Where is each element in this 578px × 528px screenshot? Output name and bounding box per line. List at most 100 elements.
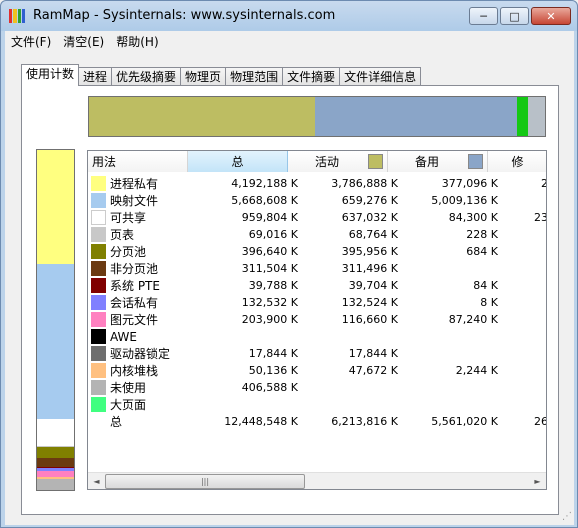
use-counts-table: 用法 总 活动 备用 修 进程私有 4,192,188 K 3,786,888 …: [87, 150, 547, 490]
tab-use-counts[interactable]: 使用计数: [21, 64, 80, 86]
usage-bar-segment: [89, 97, 315, 136]
active-cell: 47,672 K: [348, 364, 398, 377]
minimize-button[interactable]: ─: [469, 7, 498, 25]
active-cell: 39,704 K: [348, 279, 398, 292]
tab-priority-summary[interactable]: 优先级摘要: [112, 67, 182, 86]
usage-name-cell: AWE: [110, 329, 137, 344]
column-usage-label: 用法: [92, 155, 117, 169]
table-row[interactable]: 非分页池 311,504 K 311,496 K: [88, 260, 546, 277]
menu-empty[interactable]: 清空(E): [57, 33, 110, 50]
title-bar[interactable]: RamMap - Sysinternals: www.sysinternals.…: [1, 1, 577, 31]
total-cell: 406,588 K: [241, 381, 298, 394]
rammap-window: RamMap - Sysinternals: www.sysinternals.…: [0, 0, 578, 528]
table-row[interactable]: 内核堆栈 50,136 K 47,672 K 2,244 K: [88, 362, 546, 379]
scroll-left-arrow-icon[interactable]: ◄: [88, 473, 105, 490]
table-row[interactable]: AWE: [88, 328, 546, 345]
usage-name-cell: 分页池: [110, 245, 147, 259]
table-row[interactable]: 大页面: [88, 396, 546, 413]
total-cell: 203,900 K: [241, 313, 298, 326]
usage-name-cell: 进程私有: [110, 177, 159, 191]
modified-cell: 2: [498, 177, 546, 190]
use-counts-panel: 用法 总 活动 备用 修 进程私有 4,192,188 K 3,786,888 …: [21, 85, 559, 515]
usage-color-swatch: [91, 295, 106, 310]
usage-name-cell: 会话私有: [110, 296, 159, 310]
column-header-usage[interactable]: 用法: [88, 151, 188, 172]
standby-color-swatch: [468, 154, 483, 169]
column-header-total[interactable]: 总: [188, 151, 288, 172]
table-row[interactable]: 总 12,448,548 K 6,213,816 K 5,561,020 K 26: [88, 413, 546, 430]
tab-strip: 使用计数 进程 优先级摘要 物理页 物理范围 文件摘要 文件详细信息: [21, 64, 422, 86]
usage-color-swatch: [91, 363, 106, 378]
usage-vbar-segment: [37, 150, 74, 265]
scroll-thumb[interactable]: |||: [105, 473, 305, 489]
menu-bar: 文件(F) 清空(E) 帮助(H): [5, 31, 574, 51]
usage-bar-segment: [516, 97, 528, 136]
menu-file[interactable]: 文件(F): [5, 33, 57, 50]
tab-file-summary[interactable]: 文件摘要: [283, 67, 341, 86]
table-rows: 进程私有 4,192,188 K 3,786,888 K 377,096 K2 映射文件…: [88, 175, 546, 430]
memory-usage-vertical-bar: [36, 149, 75, 491]
tab-physical-pages[interactable]: 物理页: [181, 67, 227, 86]
table-header: 用法 总 活动 备用 修: [88, 151, 546, 172]
maximize-button[interactable]: □: [500, 7, 529, 25]
active-cell: 659,276 K: [341, 194, 398, 207]
usage-name-cell: 大页面: [110, 398, 147, 412]
scroll-track[interactable]: |||: [105, 473, 529, 490]
usage-color-swatch: [91, 397, 106, 412]
table-row[interactable]: 图元文件 203,900 K 116,660 K 87,240 K: [88, 311, 546, 328]
total-cell: 39,788 K: [248, 279, 298, 292]
usage-bar-segment: [314, 97, 517, 136]
usage-color-swatch: [91, 329, 106, 344]
table-row[interactable]: 分页池 396,640 K 395,956 K 684 K: [88, 243, 546, 260]
usage-color-swatch: [91, 414, 106, 429]
usage-name-cell: 映射文件: [110, 194, 159, 208]
table-row[interactable]: 会话私有 132,532 K 132,524 K 8 K: [88, 294, 546, 311]
usage-color-swatch: [91, 380, 106, 395]
usage-name-cell: 页表: [110, 228, 135, 242]
caption-buttons: ─ □ ✕: [469, 7, 571, 25]
rammap-app-icon: [9, 9, 25, 23]
memory-usage-horizontal-bar: [88, 96, 546, 137]
usage-name-cell: 总: [110, 415, 123, 429]
scroll-right-arrow-icon[interactable]: ►: [529, 473, 546, 490]
table-row[interactable]: 系统 PTE 39,788 K 39,704 K 84 K: [88, 277, 546, 294]
usage-name-cell: 可共享: [110, 211, 147, 225]
active-color-swatch: [368, 154, 383, 169]
menu-help[interactable]: 帮助(H): [110, 33, 164, 50]
usage-vbar-segment: [37, 419, 74, 446]
tab-file-details[interactable]: 文件详细信息: [340, 67, 422, 86]
table-row[interactable]: 驱动器锁定 17,844 K 17,844 K: [88, 345, 546, 362]
column-active-label: 活动: [314, 155, 339, 169]
column-header-standby[interactable]: 备用: [388, 151, 488, 172]
active-cell: 3,786,888 K: [331, 177, 398, 190]
standby-cell: 5,561,020 K: [431, 415, 498, 428]
standby-cell: 8 K: [480, 296, 498, 309]
tab-processes[interactable]: 进程: [79, 67, 113, 86]
standby-cell: 2,244 K: [455, 364, 498, 377]
column-header-active[interactable]: 活动: [288, 151, 388, 172]
client-area: 使用计数 进程 优先级摘要 物理页 物理范围 文件摘要 文件详细信息 用法 总: [5, 51, 574, 525]
total-cell: 5,668,608 K: [231, 194, 298, 207]
usage-name-cell: 未使用: [110, 381, 147, 395]
resize-grip-icon[interactable]: ⋰: [560, 511, 572, 523]
table-row[interactable]: 可共享 959,804 K 637,032 K 84,300 K 23: [88, 209, 546, 226]
table-row[interactable]: 页表 69,016 K 68,764 K 228 K: [88, 226, 546, 243]
standby-cell: 228 K: [466, 228, 498, 241]
column-standby-label: 备用: [414, 155, 439, 169]
usage-name-cell: 图元文件: [110, 313, 159, 327]
tab-physical-ranges[interactable]: 物理范围: [226, 67, 284, 86]
close-button[interactable]: ✕: [531, 7, 571, 25]
standby-cell: 84,300 K: [448, 211, 498, 224]
table-row[interactable]: 映射文件 5,668,608 K 659,276 K 5,009,136 K: [88, 192, 546, 209]
standby-cell: 84 K: [473, 279, 498, 292]
usage-color-swatch: [91, 210, 106, 225]
table-row[interactable]: 未使用 406,588 K: [88, 379, 546, 396]
standby-cell: 5,009,136 K: [431, 194, 498, 207]
horizontal-scrollbar[interactable]: ◄ ||| ►: [88, 472, 546, 489]
active-cell: 17,844 K: [348, 347, 398, 360]
table-row[interactable]: 进程私有 4,192,188 K 3,786,888 K 377,096 K2: [88, 175, 546, 192]
column-header-modified[interactable]: 修: [488, 151, 546, 172]
standby-cell: 377,096 K: [441, 177, 498, 190]
total-cell: 959,804 K: [241, 211, 298, 224]
column-modified-label: 修: [511, 155, 524, 169]
